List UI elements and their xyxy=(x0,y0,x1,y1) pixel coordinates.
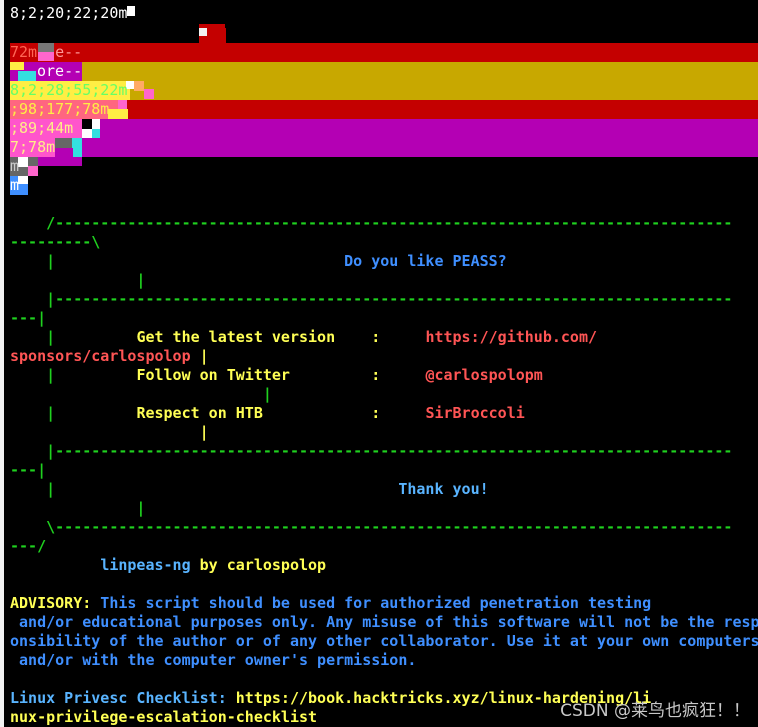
credit-line: linpeas-ng by carlospolop xyxy=(10,556,326,575)
magenta-bar-2 xyxy=(10,138,758,157)
banner-top-border: /---------------------------------------… xyxy=(10,214,733,232)
checklist-label: Linux Privesc Checklist: xyxy=(10,689,227,707)
csdn-watermark: CSDN @莱鸟也疯狂！！ xyxy=(560,701,750,721)
htb-user: SirBroccoli xyxy=(425,404,525,422)
escape-sequence-line: 8;2;20;22;20m xyxy=(10,4,136,23)
window-left-edge xyxy=(0,0,4,727)
magenta-bar-1 xyxy=(10,119,758,138)
sponsors-link-wrap[interactable]: sponsors/carlospolop xyxy=(10,347,191,365)
author-credit: by carlospolop xyxy=(190,556,327,574)
advisory-label: ADVISORY: xyxy=(10,594,92,612)
tool-name: linpeas-ng xyxy=(100,556,191,574)
thank-you-text: Thank you! xyxy=(398,480,489,498)
terminal-cursor xyxy=(127,6,136,16)
yellow-bar xyxy=(10,62,758,81)
red-bar-1 xyxy=(10,43,758,62)
latest-version-label: Get the latest version : xyxy=(136,328,381,346)
banner-separator: |---------------------------------------… xyxy=(10,290,733,308)
banner-question: Do you like PEASS? xyxy=(344,252,507,270)
banner-top-border-wrap: ---------\ xyxy=(10,233,101,251)
banner-bottom-border: \---------------------------------------… xyxy=(10,518,733,536)
sponsors-link[interactable]: https://github.com/ xyxy=(425,328,597,346)
htb-label: Respect on HTB : xyxy=(136,404,381,422)
escape-text: 8;2;20;22;20m xyxy=(10,4,128,22)
checklist-url-wrap[interactable]: nux-privilege-escalation-checklist xyxy=(10,708,317,727)
twitter-handle: @carlospolopm xyxy=(425,366,543,384)
twitter-label: Follow on Twitter : xyxy=(136,366,381,384)
